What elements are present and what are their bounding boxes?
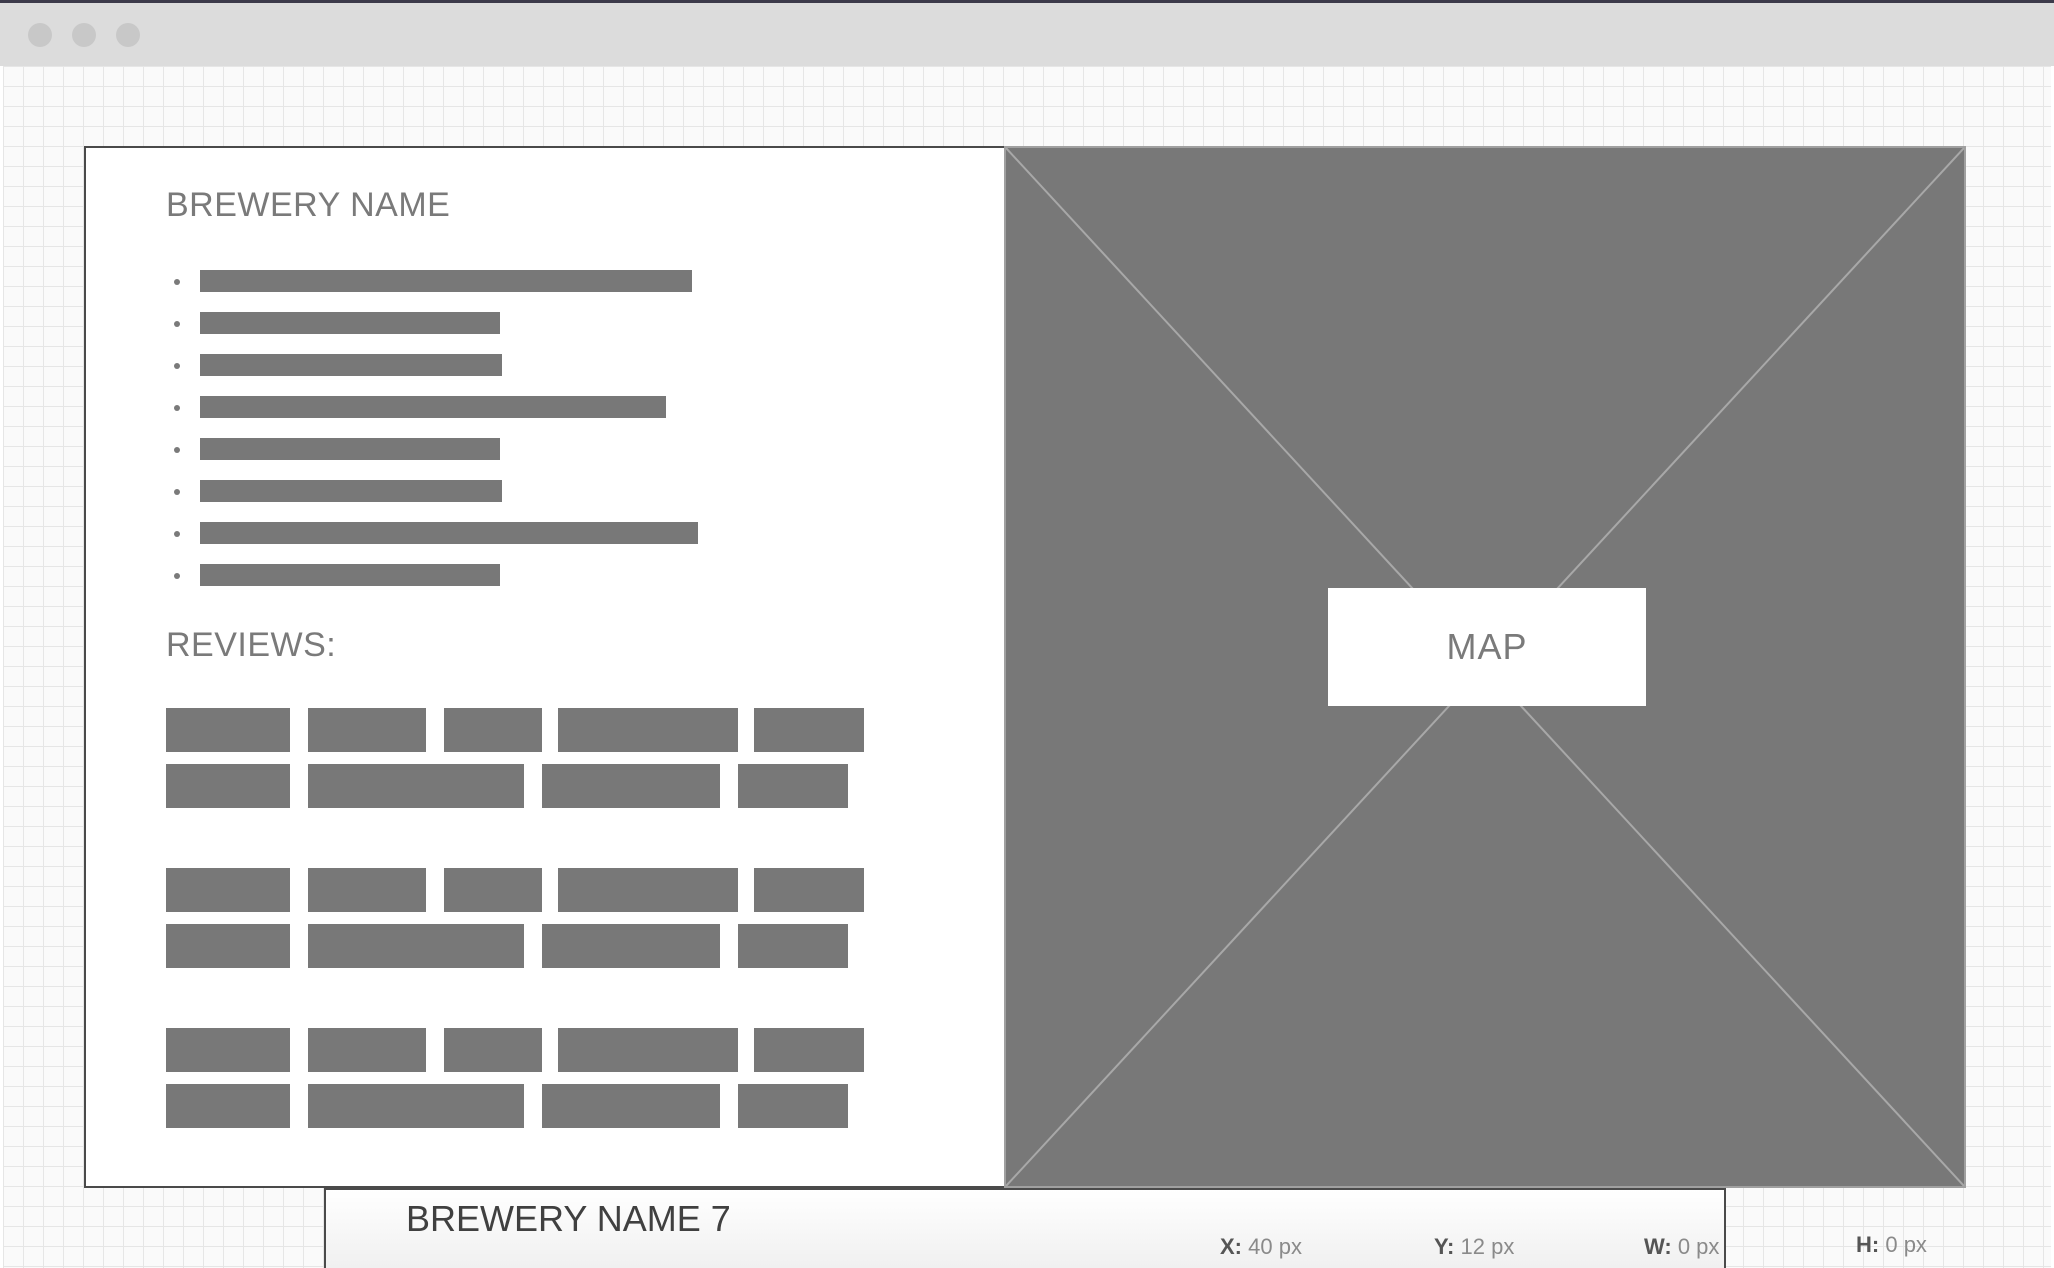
bullet-icon xyxy=(174,447,180,453)
word-placeholder xyxy=(558,1028,738,1072)
list-item xyxy=(166,264,866,306)
map-placeholder[interactable]: MAP xyxy=(1004,146,1966,1188)
review-placeholder xyxy=(166,708,886,818)
word-placeholder xyxy=(558,868,738,912)
w-label: W: xyxy=(1644,1234,1672,1259)
minimize-window-button[interactable] xyxy=(72,23,96,47)
x-coordinate-readout: X: 40 px xyxy=(1220,1234,1302,1260)
x-label: X: xyxy=(1220,1234,1242,1259)
list-item xyxy=(166,516,866,558)
bullet-icon xyxy=(174,405,180,411)
review-placeholder-row xyxy=(166,1084,886,1128)
review-placeholder-row xyxy=(166,764,886,808)
h-label: H: xyxy=(1856,1232,1880,1257)
list-item xyxy=(166,558,866,600)
word-placeholder xyxy=(738,764,848,808)
bullet-icon xyxy=(174,531,180,537)
text-placeholder-bar xyxy=(200,354,502,376)
word-placeholder xyxy=(444,708,542,752)
review-placeholder xyxy=(166,868,886,978)
word-placeholder xyxy=(166,924,290,968)
word-placeholder xyxy=(754,708,864,752)
bullet-icon xyxy=(174,321,180,327)
width-readout: W: 0 px xyxy=(1644,1234,1719,1260)
list-item xyxy=(166,390,866,432)
text-placeholder-bar xyxy=(200,270,692,292)
x-value: 40 px xyxy=(1248,1234,1302,1259)
word-placeholder xyxy=(308,708,426,752)
y-value: 12 px xyxy=(1460,1234,1515,1259)
bullet-icon xyxy=(174,489,180,495)
brewery-name-heading: BREWERY NAME xyxy=(166,186,451,224)
list-item xyxy=(166,432,866,474)
text-placeholder-bar xyxy=(200,396,666,418)
bullet-icon xyxy=(174,363,180,369)
text-placeholder-bar xyxy=(200,438,500,460)
window-titlebar xyxy=(0,0,2054,66)
text-placeholder-bar xyxy=(200,522,698,544)
w-value: 0 px xyxy=(1677,1234,1720,1259)
review-placeholder-row xyxy=(166,868,886,912)
reviews-heading: REVIEWS: xyxy=(166,626,337,664)
word-placeholder xyxy=(308,1084,524,1128)
text-placeholder-bar xyxy=(200,564,500,586)
word-placeholder xyxy=(444,1028,542,1072)
word-placeholder xyxy=(308,868,426,912)
list-item xyxy=(166,306,866,348)
word-placeholder xyxy=(738,1084,848,1128)
selected-element-name: BREWERY NAME 7 xyxy=(406,1198,731,1239)
review-placeholder xyxy=(166,1028,886,1138)
h-value: 0 px xyxy=(1885,1232,1927,1257)
word-placeholder xyxy=(738,924,848,968)
zoom-window-button[interactable] xyxy=(116,23,140,47)
list-item xyxy=(166,348,866,390)
y-coordinate-readout: Y: 12 px xyxy=(1434,1234,1514,1260)
review-placeholder-row xyxy=(166,924,886,968)
word-placeholder xyxy=(558,708,738,752)
word-placeholder xyxy=(444,868,542,912)
word-placeholder xyxy=(166,1028,290,1072)
close-window-button[interactable] xyxy=(28,23,52,47)
brewery-detail-list xyxy=(166,264,866,600)
selection-status-bar: BREWERY NAME 7 X: 40 px Y: 12 px W: 0 px xyxy=(324,1188,1726,1268)
word-placeholder xyxy=(542,764,720,808)
word-placeholder xyxy=(308,764,524,808)
list-item xyxy=(166,474,866,516)
review-placeholder-row xyxy=(166,1028,886,1072)
word-placeholder xyxy=(308,1028,426,1072)
word-placeholder xyxy=(166,1084,290,1128)
y-label: Y: xyxy=(1434,1234,1455,1259)
word-placeholder xyxy=(754,1028,864,1072)
word-placeholder xyxy=(166,764,290,808)
word-placeholder xyxy=(166,708,290,752)
bullet-icon xyxy=(174,573,180,579)
bullet-icon xyxy=(174,279,180,285)
word-placeholder xyxy=(542,924,720,968)
map-label: MAP xyxy=(1328,588,1646,706)
word-placeholder xyxy=(166,868,290,912)
word-placeholder xyxy=(308,924,524,968)
brewery-detail-panel[interactable]: BREWERY NAME REVIEWS: xyxy=(84,146,1006,1188)
text-placeholder-bar xyxy=(200,480,502,502)
review-placeholder-row xyxy=(166,708,886,752)
height-readout: H: 0 px xyxy=(1856,1232,1927,1258)
word-placeholder xyxy=(542,1084,720,1128)
text-placeholder-bar xyxy=(200,312,500,334)
word-placeholder xyxy=(754,868,864,912)
